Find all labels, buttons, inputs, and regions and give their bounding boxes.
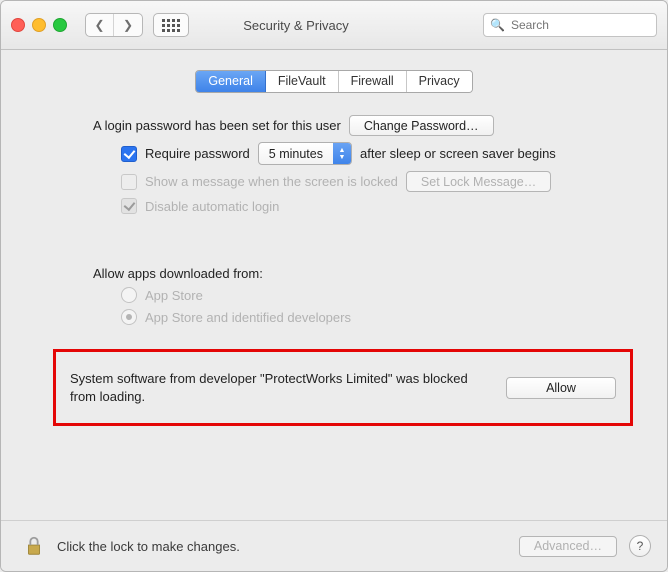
require-password-checkbox[interactable] [121,146,137,162]
disable-auto-login-label: Disable automatic login [145,199,279,214]
footer: Click the lock to make changes. Advanced… [1,520,667,571]
lock-message: Click the lock to make changes. [57,539,240,554]
chevron-left-icon: ❮ [94,18,104,32]
blocked-software-box: System software from developer "ProtectW… [53,349,633,426]
show-message-checkbox [121,174,137,190]
tab-privacy[interactable]: Privacy [407,71,472,92]
require-password-delay-value: 5 minutes [259,147,333,161]
search-icon: 🔍 [490,18,505,32]
allow-appstore-label: App Store [145,288,203,303]
require-password-label-after: after sleep or screen saver begins [360,146,556,161]
allow-identified-label: App Store and identified developers [145,310,351,325]
advanced-button[interactable]: Advanced… [519,536,617,557]
set-lock-message-button: Set Lock Message… [406,171,551,192]
titlebar: ❮ ❯ Security & Privacy 🔍 [1,1,667,50]
close-icon[interactable] [11,18,25,32]
tab-filevault[interactable]: FileVault [266,71,339,92]
help-icon: ? [637,539,644,553]
allow-blocked-button[interactable]: Allow [506,377,616,399]
tab-bar: General FileVault Firewall Privacy [23,70,645,93]
allow-apps-heading: Allow apps downloaded from: [93,266,263,281]
allow-identified-radio [121,309,137,325]
security-privacy-window: ❮ ❯ Security & Privacy 🔍 General FileVau… [0,0,668,572]
help-button[interactable]: ? [629,535,651,557]
content: General FileVault Firewall Privacy A log… [1,50,667,522]
blocked-software-message: System software from developer "ProtectW… [70,370,488,405]
search-field[interactable]: 🔍 [483,13,657,37]
allow-appstore-radio [121,287,137,303]
login-password-label: A login password has been set for this u… [93,118,341,133]
stepper-icon: ▲▼ [333,143,351,164]
disable-auto-login-checkbox [121,198,137,214]
show-message-label: Show a message when the screen is locked [145,174,398,189]
tab-firewall[interactable]: Firewall [339,71,407,92]
change-password-button[interactable]: Change Password… [349,115,494,136]
back-button[interactable]: ❮ [86,14,114,36]
require-password-delay-select[interactable]: 5 minutes ▲▼ [258,142,352,165]
require-password-label-before: Require password [145,146,250,161]
search-input[interactable] [509,17,668,33]
zoom-icon[interactable] [53,18,67,32]
window-title: Security & Privacy [119,18,473,33]
lock-icon[interactable] [23,535,45,557]
segmented-control: General FileVault Firewall Privacy [195,70,472,93]
tab-general[interactable]: General [196,71,265,92]
window-controls [11,18,67,32]
minimize-icon[interactable] [32,18,46,32]
